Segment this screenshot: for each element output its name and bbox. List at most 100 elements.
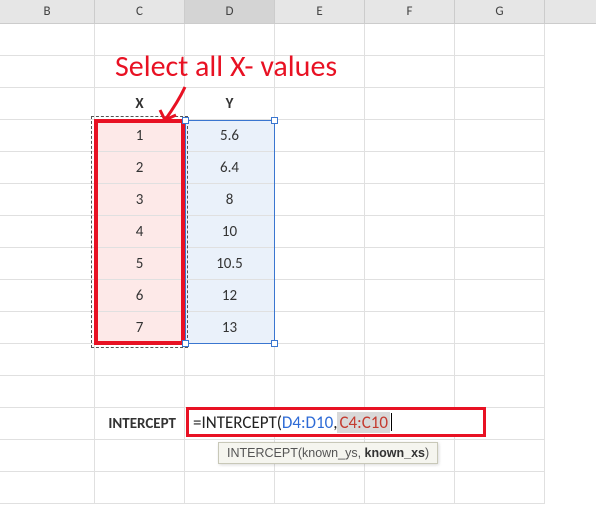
cell-B7[interactable] [0, 216, 95, 248]
cell-F4[interactable] [365, 120, 455, 152]
cell-E2[interactable] [275, 56, 365, 88]
cell-D3-header-y[interactable]: Y [185, 88, 275, 120]
cell-F10[interactable] [365, 312, 455, 344]
col-header-D[interactable]: D [185, 0, 275, 23]
tooltip-arg2[interactable]: known_xs [365, 446, 425, 460]
cell-D5[interactable]: 6.4 [185, 152, 275, 184]
cell-B9[interactable] [0, 280, 95, 312]
cell-G1[interactable] [455, 24, 545, 56]
col-header-F[interactable]: F [365, 0, 455, 23]
formula-input[interactable]: =INTERCEPT(D4:D10, C4:C10 [186, 407, 486, 437]
cell-F5[interactable] [365, 152, 455, 184]
cell-B11[interactable] [0, 344, 95, 376]
cell-D15[interactable] [185, 472, 275, 504]
cell-D12[interactable] [185, 376, 275, 408]
cell-C11[interactable] [95, 344, 185, 376]
cell-F11[interactable] [365, 344, 455, 376]
cell-D11[interactable] [185, 344, 275, 376]
cell-E11[interactable] [275, 344, 365, 376]
cell-G12[interactable] [455, 376, 545, 408]
cell-C7[interactable]: 4 [95, 216, 185, 248]
cell-B15[interactable] [0, 472, 95, 504]
cell-F15[interactable] [365, 472, 455, 504]
cell-F8[interactable] [365, 248, 455, 280]
cell-C15[interactable] [95, 472, 185, 504]
cell-B8[interactable] [0, 248, 95, 280]
col-header-G[interactable]: G [455, 0, 545, 23]
cell-G2[interactable] [455, 56, 545, 88]
cell-D6[interactable]: 8 [185, 184, 275, 216]
cell-B6[interactable] [0, 184, 95, 216]
cell-C14[interactable] [95, 440, 185, 472]
cell-E7[interactable] [275, 216, 365, 248]
cell-E5[interactable] [275, 152, 365, 184]
cell-C10[interactable]: 7 [95, 312, 185, 344]
cell-G11[interactable] [455, 344, 545, 376]
formula-tooltip[interactable]: INTERCEPT(known_ys, known_xs) [218, 442, 438, 464]
cell-G14[interactable] [455, 440, 545, 472]
cell-G7[interactable] [455, 216, 545, 248]
selection-handle-icon[interactable] [182, 340, 189, 347]
cell-G10[interactable] [455, 312, 545, 344]
cell-B4[interactable] [0, 120, 95, 152]
col-header-B[interactable]: B [0, 0, 95, 23]
cell-E4[interactable] [275, 120, 365, 152]
cell-C6[interactable]: 3 [95, 184, 185, 216]
cell-C1[interactable] [95, 24, 185, 56]
cell-E6[interactable] [275, 184, 365, 216]
cell-D10[interactable]: 13 [185, 312, 275, 344]
cell-D2[interactable] [185, 56, 275, 88]
col-header-C[interactable]: C [95, 0, 185, 23]
cell-G4[interactable] [455, 120, 545, 152]
tooltip-arg1[interactable]: known_ys [302, 446, 358, 460]
cell-G9[interactable] [455, 280, 545, 312]
cell-B13[interactable] [0, 408, 95, 440]
cell-C8[interactable]: 5 [95, 248, 185, 280]
cell-C2[interactable] [95, 56, 185, 88]
selection-handle-icon[interactable] [182, 117, 189, 124]
cell-D1[interactable] [185, 24, 275, 56]
cell-B14[interactable] [0, 440, 95, 472]
cell-B5[interactable] [0, 152, 95, 184]
cell-C13-intercept-label[interactable]: INTERCEPT [95, 408, 185, 440]
cell-G3[interactable] [455, 88, 545, 120]
cell-B10[interactable] [0, 312, 95, 344]
cell-C4[interactable]: 1 [95, 120, 185, 152]
cell-E3[interactable] [275, 88, 365, 120]
selection-handle-icon[interactable] [271, 117, 278, 124]
col-header-E[interactable]: E [275, 0, 365, 23]
tooltip-fn: INTERCEPT( [227, 446, 302, 460]
cell-B12[interactable] [0, 376, 95, 408]
cell-F7[interactable] [365, 216, 455, 248]
cell-E15[interactable] [275, 472, 365, 504]
cell-E9[interactable] [275, 280, 365, 312]
cell-B1[interactable] [0, 24, 95, 56]
cell-G15[interactable] [455, 472, 545, 504]
cell-D7[interactable]: 10 [185, 216, 275, 248]
cell-C9[interactable]: 6 [95, 280, 185, 312]
cell-F6[interactable] [365, 184, 455, 216]
cell-E1[interactable] [275, 24, 365, 56]
cell-E12[interactable] [275, 376, 365, 408]
cell-C12[interactable] [95, 376, 185, 408]
cell-G5[interactable] [455, 152, 545, 184]
cell-E8[interactable] [275, 248, 365, 280]
cell-D4[interactable]: 5.6 [185, 120, 275, 152]
cell-F9[interactable] [365, 280, 455, 312]
cell-F3[interactable] [365, 88, 455, 120]
cell-F2[interactable] [365, 56, 455, 88]
cell-D8[interactable]: 10.5 [185, 248, 275, 280]
cell-B3[interactable] [0, 88, 95, 120]
cell-C5[interactable]: 2 [95, 152, 185, 184]
row-3: X Y [0, 88, 596, 120]
selection-handle-icon[interactable] [271, 340, 278, 347]
cell-D9[interactable]: 12 [185, 280, 275, 312]
cell-C3-header-x[interactable]: X [95, 88, 185, 120]
cell-F1[interactable] [365, 24, 455, 56]
cell-B2[interactable] [0, 56, 95, 88]
cell-G6[interactable] [455, 184, 545, 216]
cell-E10[interactable] [275, 312, 365, 344]
cell-F12[interactable] [365, 376, 455, 408]
spreadsheet-grid[interactable]: B C D E F G X Y [0, 0, 596, 518]
cell-G8[interactable] [455, 248, 545, 280]
